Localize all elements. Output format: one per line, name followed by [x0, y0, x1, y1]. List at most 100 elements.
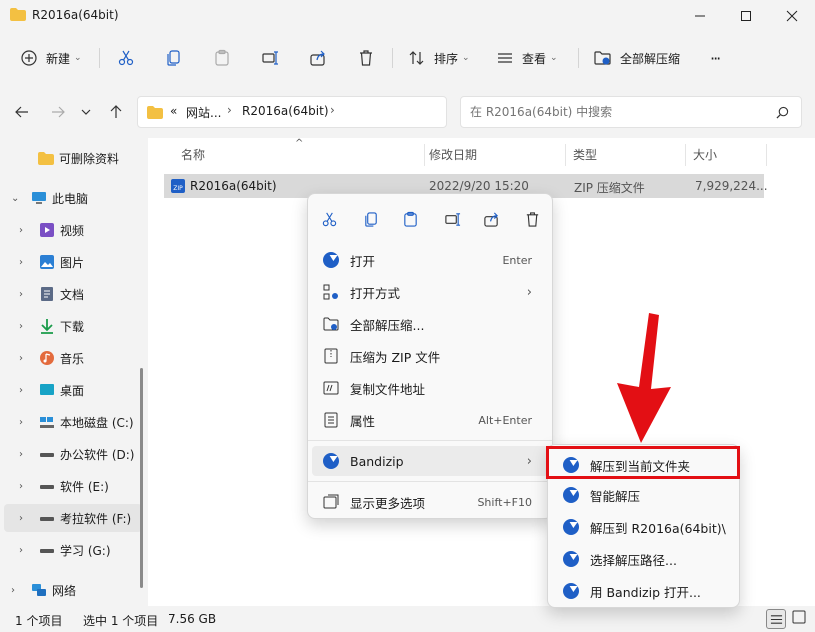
context-rename-button[interactable]	[441, 208, 463, 230]
tiles-view-button[interactable]	[792, 610, 810, 628]
sidebar-item-drive-d[interactable]: › 办公软件 (D:)	[0, 440, 146, 468]
sidebar-item-drive-g[interactable]: › 学习 (G:)	[0, 536, 146, 564]
menu-item-open[interactable]: 打开 Enter	[312, 245, 548, 275]
column-divider	[685, 144, 686, 166]
share-icon	[310, 50, 325, 66]
sidebar-scrollbar[interactable]	[140, 368, 143, 588]
rename-icon	[262, 51, 278, 65]
menu-item-compress-zip[interactable]: 压缩为 ZIP 文件	[312, 341, 548, 371]
folder-icon	[10, 8, 26, 21]
menu-item-extract-all[interactable]: 全部解压缩...	[312, 309, 548, 339]
sidebar-item-desktop[interactable]: › 桌面	[0, 376, 146, 404]
breadcrumb-item[interactable]: R2016a(64bit)	[242, 104, 329, 118]
search-box[interactable]	[460, 96, 802, 128]
rename-button[interactable]	[261, 44, 279, 72]
forward-button[interactable]	[48, 102, 68, 122]
sidebar-item-network[interactable]: › 网络	[0, 576, 146, 604]
column-header-name[interactable]: 名称	[181, 146, 205, 163]
sidebar-item-drive-c[interactable]: › 本地磁盘 (C:)	[0, 408, 146, 436]
arrow-right-icon	[52, 106, 65, 118]
picture-icon	[40, 255, 54, 269]
extract-folder-icon	[594, 51, 611, 65]
view-label: 查看	[522, 51, 547, 66]
video-icon	[40, 223, 54, 237]
sidebar-item-pictures[interactable]: › 图片	[0, 248, 146, 276]
context-cut-button[interactable]	[318, 208, 340, 230]
context-paste-button[interactable]	[399, 208, 421, 230]
back-button[interactable]	[12, 102, 32, 122]
recent-locations-button[interactable]	[78, 102, 94, 122]
bandizip-icon	[323, 453, 339, 469]
context-delete-button[interactable]	[521, 208, 543, 230]
sidebar-item-videos[interactable]: › 视频	[0, 216, 146, 244]
view-button[interactable]: 查看 ⌄	[496, 44, 558, 72]
tiles-view-icon	[792, 610, 806, 624]
breadcrumb-overflow[interactable]: «	[170, 104, 177, 118]
cut-button[interactable]	[117, 44, 135, 72]
menu-item-label: 解压到 R2016a(64bit)\	[590, 520, 726, 536]
properties-icon	[324, 412, 338, 428]
toolbar-divider	[578, 48, 579, 68]
sidebar-item-documents[interactable]: › 文档	[0, 280, 146, 308]
search-icon	[776, 106, 789, 119]
column-header-type[interactable]: 类型	[573, 146, 597, 163]
breadcrumb-item[interactable]: 网站...	[186, 104, 221, 121]
column-header-date[interactable]: 修改日期	[429, 146, 477, 163]
paste-button[interactable]	[213, 44, 231, 72]
submenu-item-open-with-bandizip[interactable]: 用 Bandizip 打开...	[552, 576, 737, 606]
trash-icon	[526, 211, 538, 227]
submenu-item-extract-to-folder[interactable]: 解压到 R2016a(64bit)\	[552, 512, 737, 542]
sort-button[interactable]: 排序 ⌄	[408, 44, 470, 72]
minimize-button[interactable]	[677, 0, 723, 32]
search-input[interactable]	[470, 103, 760, 121]
sidebar-item-drive-f[interactable]: › 考拉软件 (F:)	[4, 504, 142, 532]
menu-item-label: 压缩为 ZIP 文件	[350, 349, 441, 365]
column-header-size[interactable]: 大小	[693, 146, 717, 163]
sidebar-item-deletable[interactable]: 可删除资料	[0, 144, 146, 172]
maximize-button[interactable]	[723, 0, 769, 32]
toolbar-divider	[392, 48, 393, 68]
details-view-button[interactable]	[766, 609, 786, 629]
drive-icon	[40, 549, 54, 553]
menu-item-open-with[interactable]: 打开方式 ›	[312, 277, 548, 307]
context-copy-button[interactable]	[360, 208, 382, 230]
copy-path-icon	[323, 381, 339, 395]
extract-all-label: 全部解压缩	[620, 51, 681, 66]
sidebar-item-music[interactable]: › 音乐	[0, 344, 146, 372]
column-divider	[766, 144, 767, 166]
extract-all-button[interactable]: 全部解压缩	[594, 44, 680, 72]
menu-item-show-more[interactable]: 显示更多选项 Shift+F10	[312, 487, 548, 517]
clipboard-icon	[215, 49, 229, 66]
clipboard-icon	[403, 211, 417, 227]
menu-item-label: 选择解压路径...	[590, 552, 677, 568]
copy-button[interactable]	[165, 44, 183, 72]
menu-divider	[308, 440, 552, 441]
delete-button[interactable]	[357, 44, 375, 72]
sidebar-item-label: 考拉软件 (F:)	[60, 511, 132, 526]
show-more-icon	[323, 494, 339, 509]
menu-item-copy-path[interactable]: 复制文件地址	[312, 373, 548, 403]
address-bar[interactable]: « 网站... › R2016a(64bit) ›	[137, 96, 447, 128]
file-type: ZIP 压缩文件	[574, 181, 645, 195]
submenu-item-choose-path[interactable]: 选择解压路径...	[552, 544, 737, 574]
up-button[interactable]	[106, 102, 126, 122]
submenu-item-smart-extract[interactable]: 智能解压	[552, 480, 737, 510]
close-button[interactable]	[769, 0, 815, 32]
open-with-icon	[323, 284, 338, 300]
sidebar-item-drive-e[interactable]: › 软件 (E:)	[0, 472, 146, 500]
sidebar-item-label: 桌面	[60, 383, 85, 398]
sidebar-item-downloads[interactable]: › 下载	[0, 312, 146, 340]
share-button[interactable]	[309, 44, 327, 72]
sidebar-item-this-pc[interactable]: ⌄ 此电脑	[0, 184, 146, 212]
menu-item-bandizip[interactable]: Bandizip ›	[312, 446, 548, 476]
sidebar-item-label: 此电脑	[52, 191, 89, 206]
menu-item-properties[interactable]: 属性 Alt+Enter	[312, 405, 548, 435]
column-divider	[565, 144, 566, 166]
copy-icon	[364, 211, 377, 227]
more-button[interactable]: ···	[710, 44, 721, 72]
document-icon	[41, 287, 53, 301]
chevron-down-icon: ⌄	[11, 192, 20, 204]
context-share-button[interactable]	[480, 208, 502, 230]
new-button[interactable]: 新建 ⌄	[20, 44, 82, 72]
menu-item-label: Bandizip	[350, 453, 404, 469]
